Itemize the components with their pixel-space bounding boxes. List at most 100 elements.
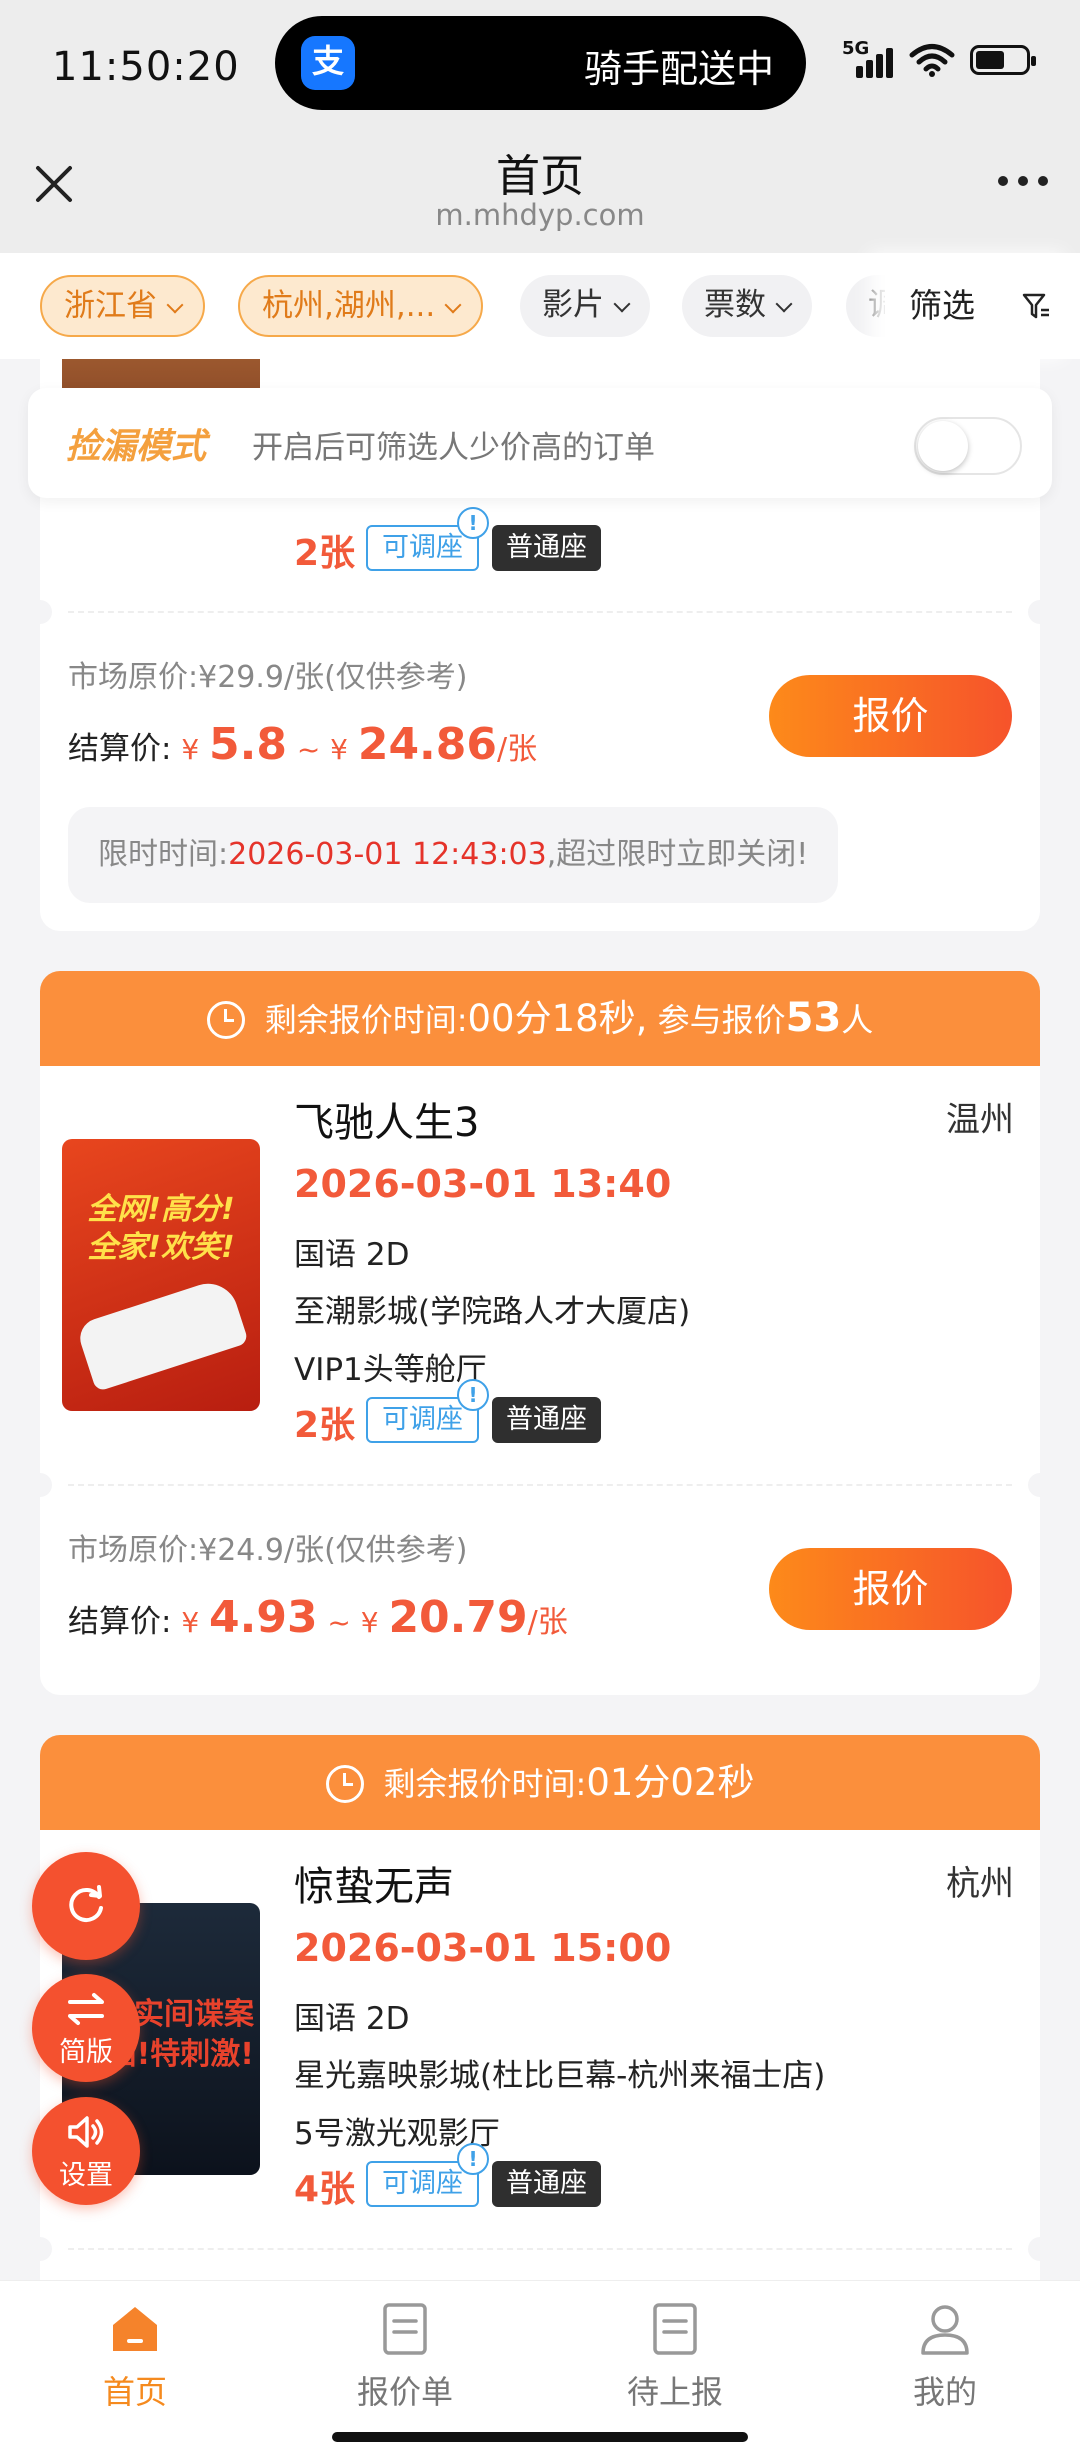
participants-count: 53 xyxy=(785,995,842,1041)
clock-icon xyxy=(325,1765,364,1803)
simple-mode-button[interactable]: 简版 xyxy=(32,1974,140,2082)
settings-label: 设置 xyxy=(59,2160,113,2191)
info-icon[interactable]: ! xyxy=(457,2143,489,2175)
signal-bar xyxy=(866,60,873,78)
movie-city: 温州 xyxy=(946,1100,1014,1140)
settle-max: 20.79 xyxy=(388,1592,528,1643)
market-price: 市场原价:¥24.9/张(仅供参考) xyxy=(68,1525,468,1569)
filter-city-label: 杭州,湖州,... xyxy=(262,288,436,324)
deadline-prefix: 限时时间: xyxy=(98,837,229,872)
market-price-value: ¥29.9/张(仅供参考) xyxy=(198,660,468,695)
leak-mode-toggle[interactable] xyxy=(914,417,1022,475)
movie-poster[interactable]: 全网!高分! 全家!欢笑! xyxy=(62,1139,260,1411)
filter-count-label: 票数 xyxy=(704,287,766,323)
info-icon[interactable]: ! xyxy=(457,1379,489,1411)
seat-type-tag: 普通座 xyxy=(492,2161,601,2207)
market-price-prefix: 市场原价: xyxy=(68,660,199,695)
filter-city[interactable]: 杭州,湖州,... xyxy=(238,275,484,337)
deadline-notice: 限时时间:2026-03-01 12:43:03,超过限时立即关闭! xyxy=(68,807,839,903)
more-menu-icon[interactable] xyxy=(998,176,1048,186)
ticket-notch xyxy=(28,1473,52,1497)
ticket-notch xyxy=(28,2237,52,2261)
tab-pending[interactable]: 待上报 xyxy=(575,2301,775,2413)
status-bar: 11:50:20 支 骑手配送中 5G xyxy=(0,0,1080,136)
leak-mode-description: 开启后可筛选人少价高的订单 xyxy=(252,430,655,466)
toggle-knob xyxy=(918,421,968,471)
filter-province[interactable]: 浙江省 xyxy=(40,275,205,337)
filter-bar: 浙江省 杭州,湖州,... 影片 票数 调 筛选 xyxy=(0,253,1080,359)
nav-bar: 首页 m.mhdyp.com xyxy=(0,136,1080,253)
countdown-prefix: 剩余报价时间: xyxy=(264,1001,468,1039)
per-ticket-unit: /张 xyxy=(497,732,538,767)
refresh-icon xyxy=(69,1885,103,1922)
quote-button[interactable]: 报价 xyxy=(769,1548,1012,1630)
home-indicator[interactable] xyxy=(332,2432,748,2442)
language-format: 国语 2D xyxy=(294,2001,410,2037)
tab-home-label: 首页 xyxy=(102,2373,167,2411)
filter-ticket-count[interactable]: 票数 xyxy=(682,275,812,337)
order-card: 全网!高分! 全家!欢笑! 飞驰人生3 温州 2026-03-01 13:40 … xyxy=(28,1066,1052,1695)
currency-symbol: ¥ xyxy=(330,733,348,766)
ticket-count: 2张 xyxy=(294,1405,356,1446)
ticket-count: 2张 xyxy=(294,533,356,574)
poster-tagline: 全网!高分! 全家!欢笑! xyxy=(70,1191,252,1267)
tab-quotes[interactable]: 报价单 xyxy=(305,2301,505,2413)
market-price: 市场原价:¥29.9/张(仅供参考) xyxy=(68,652,468,696)
deadline-time: 2026-03-01 12:43:03 xyxy=(228,837,547,872)
tab-pending-label: 待上报 xyxy=(626,2373,723,2411)
settlement-price: 结算价: ¥ 4.93 ~ ¥ 20.79/张 xyxy=(68,1592,568,1643)
ticket-notch xyxy=(1028,2237,1052,2261)
status-time: 11:50:20 xyxy=(52,44,240,90)
order-list[interactable]: 2张 可调座 ! 普通座 市场原价:¥29.9/张(仅供参考) 结算价: ¥ 5… xyxy=(0,359,1080,2280)
poster-car xyxy=(75,1275,249,1393)
seat-type-tag: 普通座 xyxy=(492,525,601,571)
tab-mine[interactable]: 我的 xyxy=(845,2301,1045,2413)
range-separator: ~ xyxy=(327,1606,351,1639)
ticket-notch xyxy=(28,600,52,624)
network-type-label: 5G xyxy=(842,38,870,59)
deadline-suffix: ,超过限时立即关闭! xyxy=(546,837,809,872)
document-icon xyxy=(653,2303,697,2355)
funnel-icon xyxy=(1022,293,1049,319)
countdown-header: 剩余报价时间:01分02秒 xyxy=(40,1735,1040,1830)
market-price-prefix: 市场原价: xyxy=(68,1533,199,1568)
seat-type-tag: 普通座 xyxy=(492,1397,601,1443)
countdown-header: 剩余报价时间:00分18秒, 参与报价53人 xyxy=(40,971,1040,1066)
cinema-name: 至潮影城(学院路人才大厦店) xyxy=(294,1294,691,1330)
alipay-app-icon: 支 xyxy=(301,36,355,90)
quote-button[interactable]: 报价 xyxy=(769,675,1012,757)
user-icon xyxy=(921,2305,969,2355)
battery-icon xyxy=(970,45,1036,75)
movie-title: 惊蛰无声 xyxy=(294,1864,454,1910)
movie-title: 飞驰人生3 xyxy=(294,1100,480,1146)
settle-min: 4.93 xyxy=(209,1592,318,1643)
status-icons: 5G xyxy=(842,38,1036,78)
ticket-notch xyxy=(1028,600,1052,624)
dynamic-island[interactable]: 支 骑手配送中 xyxy=(275,16,806,110)
chevron-down-icon xyxy=(166,296,184,314)
filter-movie[interactable]: 影片 xyxy=(520,275,650,337)
divider xyxy=(68,611,1012,613)
home-icon xyxy=(113,2307,157,2351)
settle-prefix: 结算价: xyxy=(68,1604,172,1640)
refresh-button[interactable] xyxy=(32,1852,140,1960)
adjustable-seat-tag: 可调座 ! xyxy=(366,507,489,571)
filter-button[interactable]: 筛选 xyxy=(885,253,1080,359)
cellular-signal-icon: 5G xyxy=(842,38,894,78)
adjustable-seat-tag: 可调座 ! xyxy=(366,2143,489,2207)
swap-icon xyxy=(68,1993,104,2025)
showtime: 2026-03-01 15:00 xyxy=(294,1926,672,1970)
info-icon[interactable]: ! xyxy=(457,507,489,539)
chevron-down-icon xyxy=(775,295,793,313)
currency-symbol: ¥ xyxy=(181,733,200,766)
tab-mine-label: 我的 xyxy=(912,2373,977,2411)
tab-home[interactable]: 首页 xyxy=(35,2301,235,2413)
signal-bar xyxy=(876,54,883,78)
signal-bar xyxy=(886,48,893,78)
leak-mode-title: 捡漏模式 xyxy=(66,427,207,467)
showtime: 2026-03-01 13:40 xyxy=(294,1162,672,1206)
adjustable-seat-tag: 可调座 ! xyxy=(366,1379,489,1443)
per-ticket-unit: /张 xyxy=(527,1605,568,1640)
settings-button[interactable]: 设置 xyxy=(32,2097,140,2205)
countdown-value: 00分18秒, xyxy=(467,997,648,1040)
